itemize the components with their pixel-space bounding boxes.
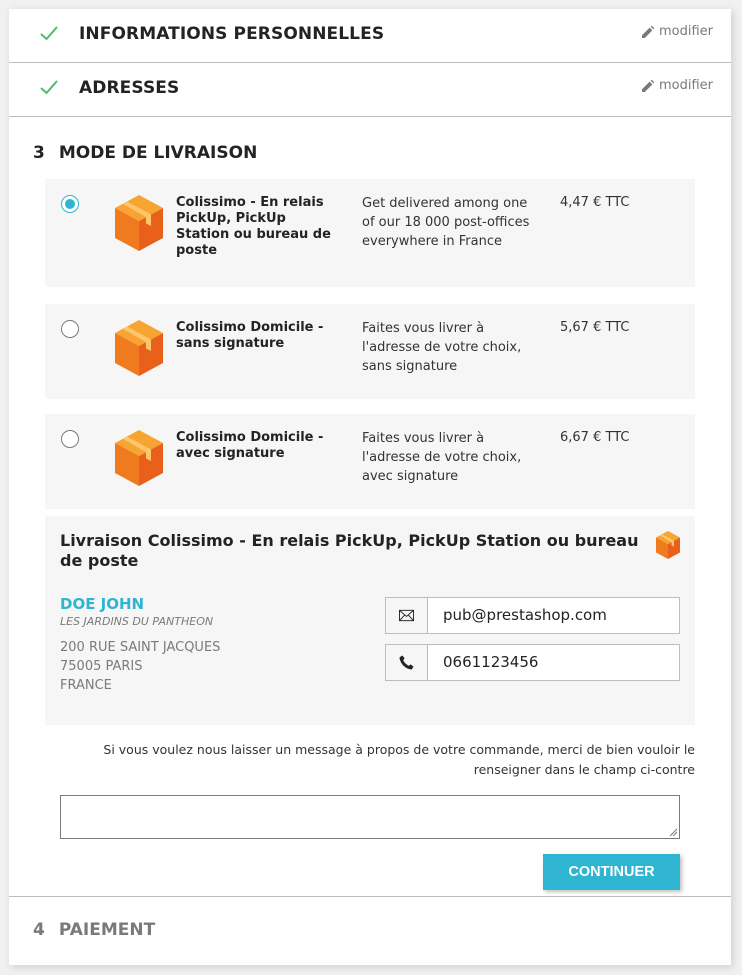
carrier-description: Faites vous livrer à l'adresse de votre … [362, 321, 522, 374]
address-line2: 75005 PARIS [60, 659, 143, 674]
edit-addresses-link[interactable]: modifier [641, 78, 713, 93]
edit-personal-link[interactable]: modifier [641, 24, 713, 39]
carrier-name: Colissimo Domicile - sans signature [176, 320, 324, 351]
phone-value: 0661123456 [443, 653, 539, 671]
step-number: 3 [33, 143, 45, 163]
carrier-price: 6,67 € TTC [560, 430, 630, 445]
recipient-company: LES JARDINS DU PANTHEON [60, 615, 214, 628]
carrier-option-home-no-signature[interactable]: Colissimo Domicile - sans signature Fait… [45, 304, 695, 399]
check-icon [40, 26, 58, 41]
step-number: 4 [33, 920, 45, 940]
relay-point-panel: Livraison Colissimo - En relais PickUp, … [45, 516, 695, 725]
order-message-textarea[interactable] [60, 795, 680, 839]
carrier-radio[interactable] [61, 430, 79, 448]
phone-icon [386, 645, 428, 680]
step-title-personal: Informations personnelles [79, 24, 385, 44]
address-line1: 200 RUE SAINT JACQUES [60, 640, 221, 655]
checkout-page: Informations personnelles modifier Adres… [9, 9, 731, 965]
step-title-text: MODE DE LIVRAISON [58, 143, 258, 163]
envelope-icon [386, 598, 428, 633]
step-delivery: 3 MODE DE LIVRAISON Colissimo - En relais… [9, 117, 731, 897]
pencil-icon [641, 25, 654, 38]
carrier-name: Colissimo - En relais PickUp, PickUp Sta… [176, 195, 331, 258]
step-title-payment: 4 PAIEMENT [33, 920, 155, 940]
carrier-option-relay[interactable]: Colissimo - En relais PickUp, PickUp Sta… [45, 179, 695, 287]
email-field[interactable]: pub@prestashop.com [385, 597, 680, 634]
parcel-box-icon [115, 430, 163, 486]
step-payment: 4 PAIEMENT [9, 897, 731, 965]
check-icon [40, 80, 58, 95]
address-country: FRANCE [60, 678, 112, 693]
parcel-box-icon [656, 531, 680, 559]
phone-field[interactable]: 0661123456 [385, 644, 680, 681]
pencil-icon [641, 79, 654, 92]
step-title-addresses: Adresses [79, 78, 180, 98]
edit-label: modifier [658, 24, 713, 39]
carrier-description: Faites vous livrer à l'adresse de votre … [362, 431, 522, 484]
step-title-text: PAIEMENT [58, 920, 156, 940]
parcel-box-icon [115, 320, 163, 376]
step-title-delivery: 3 MODE DE LIVRAISON [33, 143, 257, 163]
carrier-radio[interactable] [61, 195, 79, 213]
carrier-price: 4,47 € TTC [560, 195, 630, 210]
parcel-box-icon [115, 195, 163, 251]
message-label: Si vous voulez nous laisser un message à… [103, 742, 695, 777]
carrier-name: Colissimo Domicile - avec signature [176, 430, 324, 461]
step-personal-information[interactable]: Informations personnelles modifier [9, 9, 731, 63]
recipient-name: DOE JOHN [60, 595, 145, 613]
email-value: pub@prestashop.com [443, 606, 607, 624]
resize-grip-icon[interactable] [669, 828, 677, 836]
carrier-description: Get delivered among one of our 18 000 po… [362, 196, 530, 249]
edit-label: modifier [658, 78, 713, 93]
carrier-radio[interactable] [61, 320, 79, 338]
relay-title: Livraison Colissimo - En relais PickUp, … [60, 531, 639, 570]
continue-button[interactable]: Continuer [543, 854, 680, 890]
carrier-option-home-signature[interactable]: Colissimo Domicile - avec signature Fait… [45, 414, 695, 509]
step-addresses[interactable]: Adresses modifier [9, 63, 731, 117]
carrier-price: 5,67 € TTC [560, 320, 630, 335]
